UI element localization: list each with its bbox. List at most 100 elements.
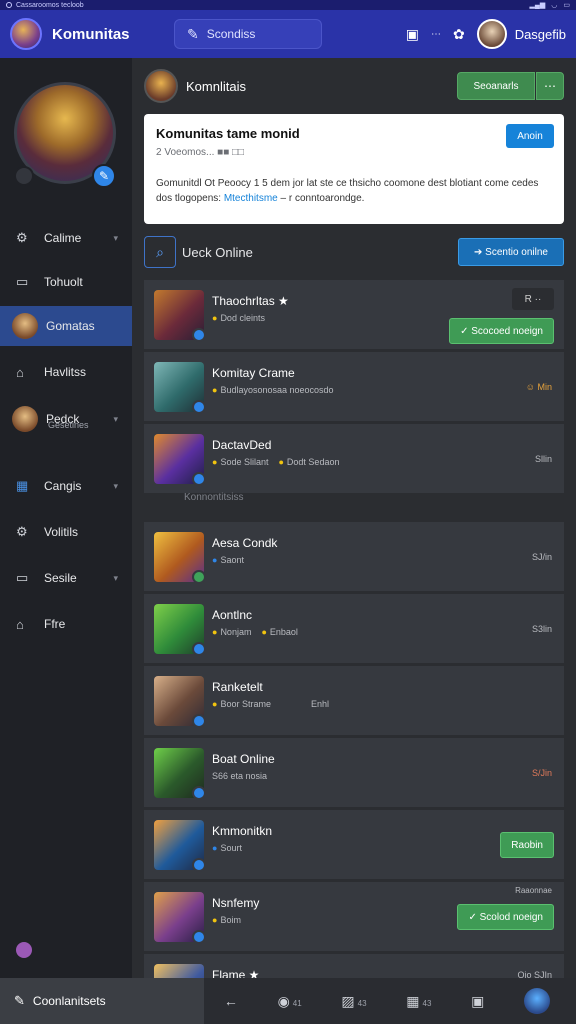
item-title: Ranketelt — [212, 680, 263, 694]
list-item[interactable]: Aontlnc ● Nonjam ● Enbaol S3lin — [144, 594, 564, 664]
sidebar-item-label: Havlitss — [44, 365, 87, 379]
search-label: Scondiss — [206, 27, 256, 41]
community-info-card: Komunitas tame monid 2 Voeomos... ■■ □□ … — [144, 114, 564, 224]
verified-badge-icon — [192, 642, 206, 656]
status-icon — [6, 2, 12, 8]
coin-icon: ● — [212, 457, 218, 467]
game-thumbnail — [154, 362, 206, 414]
user-avatar[interactable] — [476, 19, 507, 49]
avatar — [12, 313, 38, 339]
lock-icon: ⌂ — [16, 364, 24, 380]
user-menu[interactable]: Dasgefib — [476, 19, 566, 49]
sidebar-item-sublabel: Gesetines — [48, 420, 89, 430]
item-status: S3lin — [531, 624, 552, 634]
game-thumbnail — [154, 604, 206, 656]
list-item[interactable]: Kmmonitkn ● Sourt Raobin — [144, 810, 564, 880]
apps-icon[interactable]: ▣ — [471, 993, 484, 1010]
item-status: SJ/in — [531, 552, 552, 562]
more-options-icon[interactable]: ⋯ — [536, 72, 564, 100]
verified-badge-icon — [192, 786, 206, 800]
sidebar-item-label: Gomatas — [46, 319, 95, 333]
list-item[interactable]: Ranketelt ● Boor Strame Enhl — [144, 666, 564, 736]
game-thumbnail — [154, 820, 206, 872]
list-item[interactable]: Boat Online S66 eta nosia S/Jin — [144, 738, 564, 808]
store-icon[interactable]: ▣ — [406, 26, 419, 43]
join-button[interactable]: Raobin — [500, 832, 554, 858]
verified-badge-icon — [192, 400, 206, 414]
accept-button[interactable]: ✓ Scocoed noeign — [449, 318, 554, 344]
coin-icon: ● — [261, 627, 267, 637]
community-header: Komnlitais Seoanarls ⋯ — [144, 68, 564, 104]
item-title: Kmmonitkn — [212, 824, 273, 838]
pencil-icon: ✎ — [14, 993, 25, 1008]
verified-badge-icon — [192, 472, 206, 486]
accept-button[interactable]: ✓ Scolod noeign — [457, 904, 554, 930]
follow-button[interactable]: Seoanarls — [457, 72, 535, 100]
list-item[interactable]: Komitay Crame ● Budlayosonosaa noeocosdo … — [144, 352, 564, 422]
notification-dot[interactable] — [16, 942, 32, 958]
sidebar-item-calime[interactable]: ⚙ Calime ▾ — [0, 218, 132, 258]
section-divider: Konnontitsiss — [184, 492, 244, 503]
card-meta: 2 Voeomos... ■■ □□ — [156, 147, 245, 158]
item-status: ☺ Min — [525, 382, 552, 392]
verified-badge-icon — [192, 714, 206, 728]
status-text: Cassaroomos tecloob — [16, 1, 84, 9]
bottom-tab-contacts[interactable]: ✎ Coonlanitsets — [0, 978, 204, 1024]
sidebar-item-cangis[interactable]: ▦ Cangis ▾ — [0, 466, 132, 506]
search-label: Ueck Online — [182, 244, 253, 260]
join-button[interactable]: Anoin — [506, 124, 554, 148]
globe-icon: ● — [212, 555, 218, 565]
item-subtitle: ● Boim — [212, 915, 241, 925]
more-icon[interactable]: ⋯ — [431, 29, 441, 40]
chat-icon[interactable]: ◉ 41 — [278, 993, 302, 1010]
search-icon[interactable]: ⌕ — [144, 236, 176, 268]
community-avatar[interactable] — [144, 69, 178, 103]
sidebar: ✎ ⚙ Calime ▾ ▭ Tohuolt Gomatas ⌂ Havlits… — [0, 58, 132, 978]
sidebar-item-pedck[interactable]: Pedck Gesetines ▾ — [0, 396, 132, 442]
item-subtitle: ● Sourt — [212, 843, 242, 853]
game-thumbnail — [154, 676, 206, 728]
bottom-bar: ✎ Coonlanitsets ← ◉ 41 ▨ 43 ▦ 43 ▣ — [0, 978, 576, 1024]
avatar[interactable] — [524, 988, 551, 1014]
chevron-down-icon: ▾ — [113, 480, 118, 491]
description-link[interactable]: Mtecthitsme — [224, 193, 278, 204]
sidebar-item-tohuolt[interactable]: ▭ Tohuolt — [0, 262, 132, 302]
item-note: Raaonnae — [515, 886, 552, 895]
app-logo[interactable] — [10, 18, 42, 50]
item-status: Sllin — [534, 454, 552, 464]
verified-badge-icon — [192, 328, 206, 342]
coin-icon: ● — [212, 699, 218, 709]
gear-icon: ⚙ — [16, 524, 28, 539]
avatar — [12, 406, 38, 432]
follow-button-group: Seoanarls ⋯ — [457, 72, 564, 100]
settings-gear-icon[interactable]: ✿ — [453, 26, 465, 43]
status-indicator — [14, 166, 34, 186]
item-subtitle: ● Sode Slilant ● Dodt Sedaon — [212, 457, 340, 467]
sidebar-item-volitils[interactable]: ⚙ Volitils — [0, 512, 132, 552]
sidebar-item-gomatas[interactable]: Gomatas — [0, 306, 132, 346]
grid-icon[interactable]: ▦ 43 — [406, 993, 431, 1010]
signal-icon: ▂▄▆ — [529, 2, 546, 9]
game-thumbnail — [154, 434, 206, 486]
globe-icon: ● — [212, 843, 218, 853]
back-arrow-icon[interactable]: ← — [224, 993, 238, 1009]
card-title: Komunitas tame monid — [156, 126, 300, 141]
sidebar-item-sesile[interactable]: ▭ Sesile ▾ — [0, 558, 132, 598]
edit-badge-icon[interactable]: ✎ — [92, 164, 116, 188]
sidebar-item-ffre[interactable]: ⌂ Ffre — [0, 604, 132, 644]
game-thumbnail — [154, 748, 206, 800]
search-button[interactable]: ✎ Scondiss — [174, 19, 322, 49]
image-icon[interactable]: ▨ 43 — [341, 993, 366, 1010]
wifi-icon: ◡ — [551, 2, 558, 9]
sidebar-item-label: Sesile — [44, 571, 77, 585]
list-item[interactable]: DactavDed ● Sode Slilant ● Dodt Sedaon Slli… — [144, 424, 564, 494]
game-thumbnail — [154, 532, 206, 584]
list-item[interactable]: Nsnfemy ● Boim Raaonnae ✓ Scolod noeign — [144, 882, 564, 952]
sidebar-item-havlitss[interactable]: ⌂ Havlitss — [0, 352, 132, 392]
item-subtitle: S66 eta nosia — [212, 771, 268, 781]
list-item[interactable]: Aesa Condk ● Saont SJ/in — [144, 522, 564, 592]
verified-badge-icon — [192, 858, 206, 872]
row-controls[interactable]: R ·· — [512, 288, 554, 310]
list-item[interactable]: Thaochrltas ★ ● Dod cleints R ·· ✓ Scocoe… — [144, 280, 564, 350]
online-button[interactable]: ➔ Scentio onilne — [458, 238, 564, 266]
